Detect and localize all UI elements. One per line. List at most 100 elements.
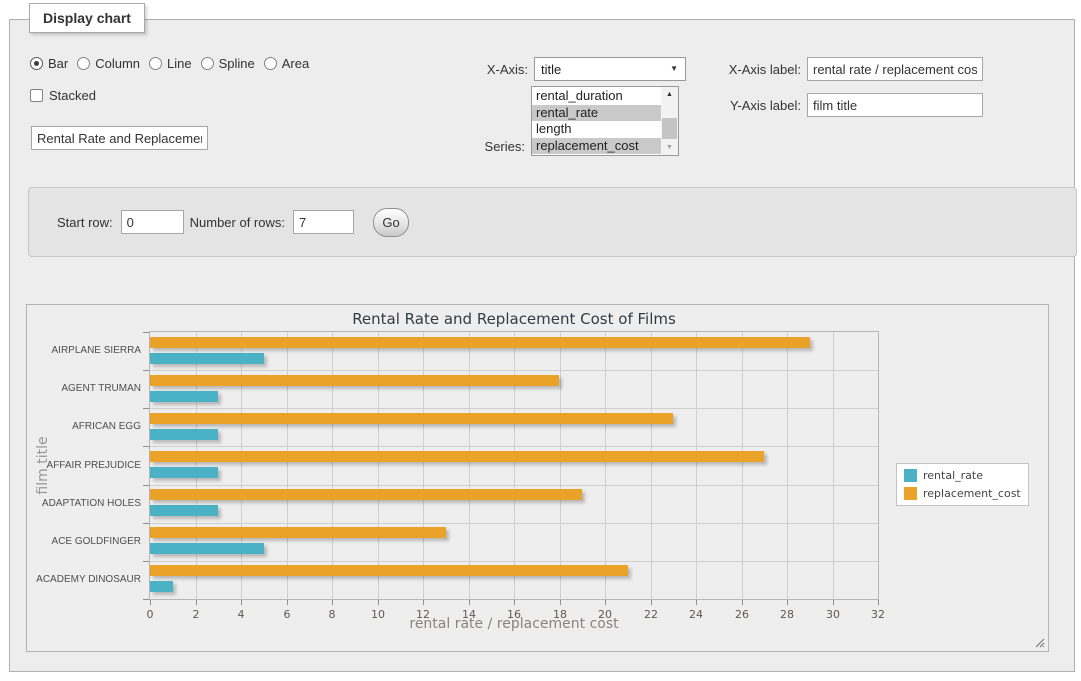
y-tick-mark [143,485,149,486]
x-axis-label-input[interactable] [807,57,983,81]
bar-rental_rate [150,467,218,478]
gridline [150,485,878,486]
bar-rental_rate [150,391,218,402]
gridline [833,332,834,599]
legend-swatch [904,487,917,500]
chart-type-option-line[interactable]: Line [149,56,192,71]
gridline [150,523,878,524]
legend-swatch [904,469,917,482]
series-option-rental_rate[interactable]: rental_rate [532,105,661,122]
category-label: ADAPTATION HOLES [0,498,141,509]
chart-title: Rental Rate and Replacement Cost of Film… [150,310,878,328]
listbox-scrollbar[interactable]: ▲ ▼ [661,87,678,155]
panel-title: Display chart [29,3,145,33]
chart-plot-area: 02468101214161820222426283032AIRPLANE SI… [150,332,878,599]
stacked-option[interactable]: Stacked [30,88,96,103]
resize-handle-icon[interactable] [1035,638,1045,648]
y-tick-mark [143,599,149,600]
radio-label: Bar [48,56,68,71]
bar-replacement_cost [150,337,810,348]
x-tick-mark [241,600,242,605]
stacked-label: Stacked [49,88,96,103]
bar-replacement_cost [150,451,764,462]
series-option-length[interactable]: length [532,121,661,138]
x-tick-mark [833,600,834,605]
display-chart-panel: Display chart BarColumnLineSplineArea St… [9,19,1075,672]
gridline [651,332,652,599]
chart-type-option-bar[interactable]: Bar [30,56,68,71]
y-tick-mark [143,370,149,371]
series-option-replacement_cost[interactable]: replacement_cost [532,138,661,155]
series-option-rental_duration[interactable]: rental_duration [532,88,661,105]
chart-container: Rental Rate and Replacement Cost of Film… [26,304,1049,652]
x-tick-mark [605,600,606,605]
scroll-up-icon[interactable]: ▲ [661,87,678,102]
x-tick-mark [287,600,288,605]
gridline [150,446,878,447]
bar-rental_rate [150,353,264,364]
chart-type-option-spline[interactable]: Spline [201,56,255,71]
y-axis-label-input[interactable] [807,93,983,117]
stacked-checkbox[interactable] [30,89,43,102]
x-tick-mark [651,600,652,605]
series-listbox[interactable]: rental_durationrental_ratelengthreplacem… [531,86,679,156]
gridline [150,370,878,371]
bar-replacement_cost [150,375,559,386]
gridline [605,332,606,599]
y-tick-mark [143,446,149,447]
start-row-input[interactable] [121,210,184,234]
x-tick-mark [150,600,151,605]
series-options: rental_durationrental_ratelengthreplacem… [532,88,661,154]
x-tick-mark [332,600,333,605]
y-tick-mark [143,408,149,409]
category-label: ACE GOLDFINGER [0,536,141,547]
scrollbar-thumb[interactable] [662,118,677,139]
category-label: ACADEMY DINOSAUR [0,574,141,585]
legend-label: rental_rate [923,469,983,482]
y-tick-mark [143,332,149,333]
legend-entry-replacement_cost: replacement_cost [904,487,1021,500]
radio-icon[interactable] [30,57,43,70]
x-axis-label-label: X-Axis label: [713,62,801,77]
gridline [241,332,242,599]
radio-icon[interactable] [149,57,162,70]
rows-form: Start row: Number of rows: Go [28,187,1077,257]
category-label: AIRPLANE SIERRA [0,345,141,356]
chart-type-radio-group: Bar Column Line Spline Area [30,56,309,71]
series-listbox-label: Series: [440,139,525,154]
chart-type-option-area[interactable]: Area [264,56,309,71]
category-label: AFFAIR PREJUDICE [0,460,141,471]
radio-label: Line [167,56,192,71]
number-of-rows-input[interactable] [293,210,354,234]
radio-icon[interactable] [264,57,277,70]
chart-title-input[interactable] [31,126,208,150]
bar-rental_rate [150,543,264,554]
gridline [787,332,788,599]
gridline [150,408,878,409]
x-tick-mark [423,600,424,605]
scroll-down-icon[interactable]: ▼ [661,140,678,155]
radio-label: Area [282,56,309,71]
bar-replacement_cost [150,565,628,576]
y-tick-mark [143,523,149,524]
radio-label: Spline [219,56,255,71]
x-axis-select[interactable]: title ▼ [534,57,686,81]
chart-legend: rental_rate replacement_cost [896,463,1029,506]
chart-x-axis-title: rental rate / replacement cost [150,616,878,632]
go-button[interactable]: Go [373,208,409,237]
x-tick-mark [514,600,515,605]
x-tick-mark [787,600,788,605]
gridline [150,561,878,562]
radio-icon[interactable] [77,57,90,70]
chart-type-option-column[interactable]: Column [77,56,140,71]
gridline [560,332,561,599]
x-tick-mark [378,600,379,605]
gridline [742,332,743,599]
gridline [196,332,197,599]
x-tick-mark [878,600,879,605]
legend-label: replacement_cost [923,487,1021,500]
y-tick-mark [143,561,149,562]
bar-replacement_cost [150,527,446,538]
radio-icon[interactable] [201,57,214,70]
gridline [332,332,333,599]
